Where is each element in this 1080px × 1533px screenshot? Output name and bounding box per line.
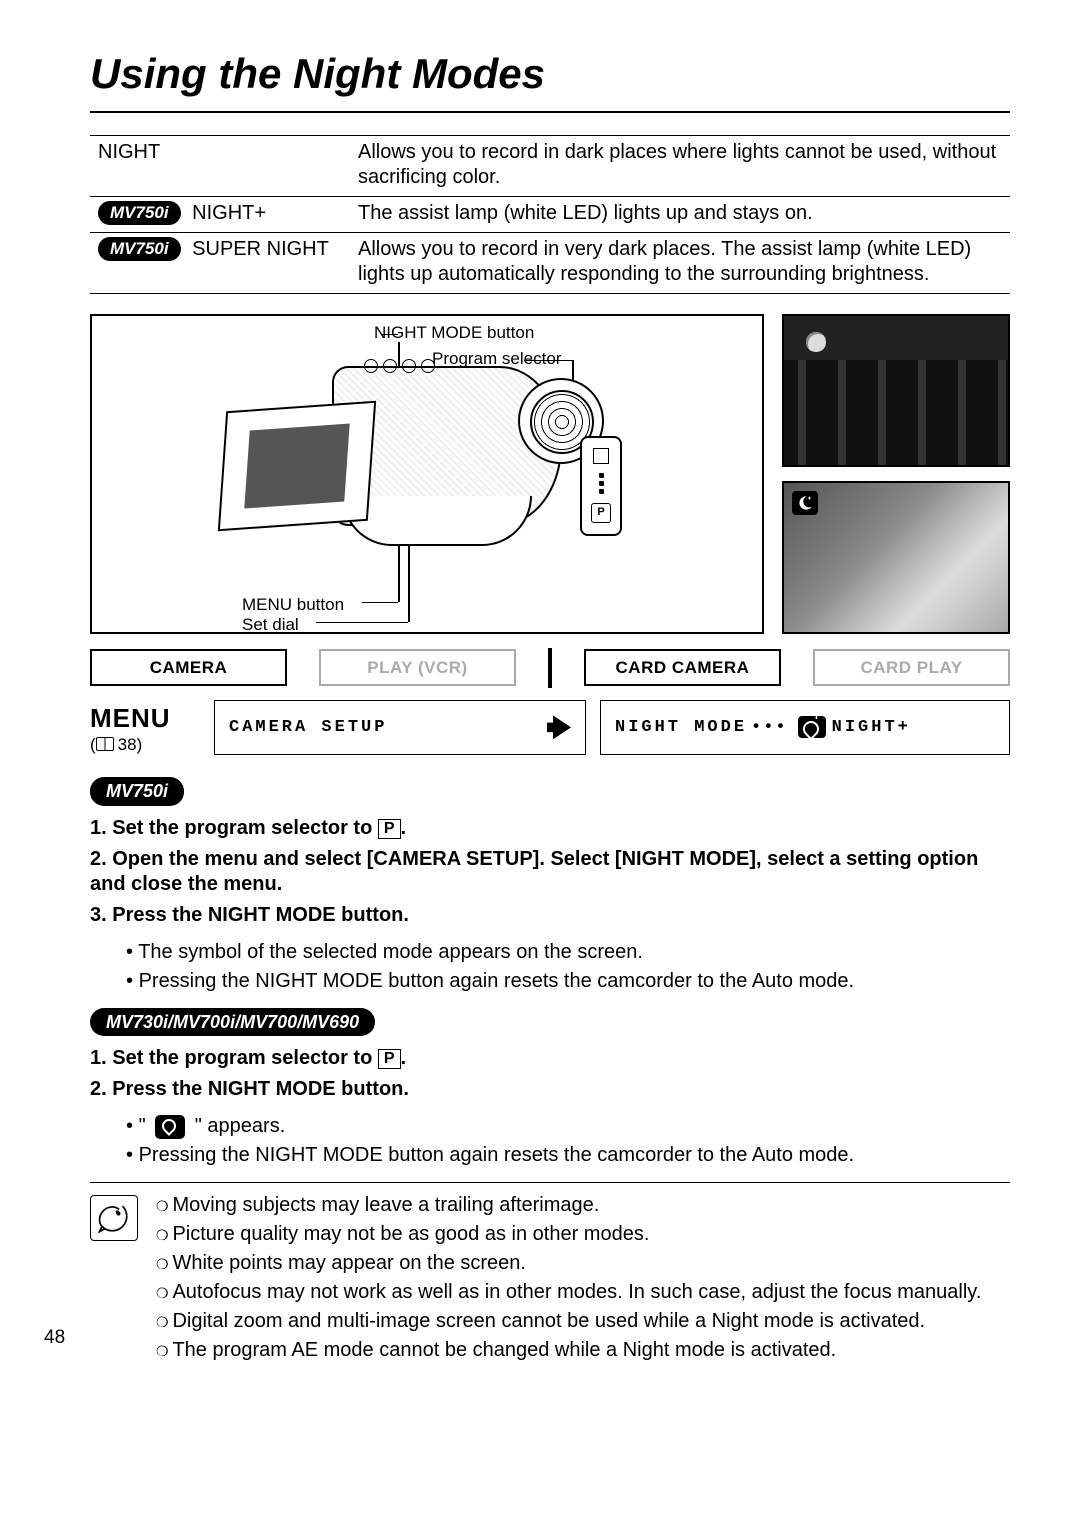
mode-card-play: CARD PLAY — [813, 649, 1010, 686]
callout-set-dial: Set dial — [242, 614, 299, 635]
mode-name-cell: MV750i NIGHT+ — [90, 196, 350, 232]
mode-name: NIGHT+ — [192, 202, 266, 224]
step-notes: " " appears. Pressing the NIGHT MODE but… — [126, 1114, 1010, 1168]
mode-desc-cell: The assist lamp (white LED) lights up an… — [350, 196, 1010, 232]
menu-dots: ••• — [751, 717, 788, 738]
mode-separator — [548, 648, 552, 688]
step-note: Pressing the NIGHT MODE button again res… — [126, 1143, 1010, 1168]
operation-mode-bar: CAMERA PLAY (VCR) CARD CAMERA CARD PLAY — [90, 648, 1010, 688]
model-badge: MV750i — [98, 237, 181, 261]
notes-list: Moving subjects may leave a trailing aft… — [156, 1193, 1010, 1367]
step-note: The symbol of the selected mode appears … — [126, 940, 1010, 965]
mode-name-cell: MV750i SUPER NIGHT — [90, 232, 350, 293]
callout-menu-button: MENU button — [242, 594, 344, 615]
sample-night-baby — [782, 481, 1010, 634]
note-item: White points may appear on the screen. — [176, 1251, 1010, 1276]
mode-desc-cell: Allows you to record in very dark places… — [350, 232, 1010, 293]
page-number: 48 — [44, 1326, 65, 1350]
night-plus-icon — [792, 491, 818, 515]
step: 1. Set the program selector to P. — [90, 1046, 1010, 1071]
sample-night-city — [782, 314, 1010, 467]
steps-mv750i: 1. Set the program selector to P. 2. Ope… — [90, 816, 1010, 928]
program-p-icon: P — [378, 819, 401, 839]
camcorder-illustration: P — [232, 356, 592, 586]
step-note: " " appears. — [126, 1114, 1010, 1139]
section-badge: MV750i — [90, 777, 1010, 806]
menu-text: NIGHT+ — [832, 717, 911, 738]
note-icon — [90, 1195, 138, 1241]
divider — [90, 1182, 1010, 1183]
menu-path-row: MENU (38) CAMERA SETUP NIGHT MODE ••• NI… — [90, 700, 1010, 756]
menu-box-night-mode: NIGHT MODE ••• NIGHT+ — [600, 700, 1010, 756]
night-modes-table: NIGHT Allows you to record in dark place… — [90, 135, 1010, 294]
mode-camera: CAMERA — [90, 649, 287, 686]
menu-box-camera-setup: CAMERA SETUP — [214, 700, 586, 756]
night-plus-icon — [798, 716, 826, 738]
mode-play-vcr: PLAY (VCR) — [319, 649, 516, 686]
note-item: Digital zoom and multi-image screen cann… — [176, 1309, 1010, 1334]
step: 2. Open the menu and select [CAMERA SETU… — [90, 847, 1010, 897]
note-item: Autofocus may not work as well as in oth… — [176, 1280, 1010, 1305]
callout-night-mode-button: NIGHT MODE button — [374, 322, 534, 343]
diagram-row: NIGHT MODE button Program selector MENU … — [90, 314, 1010, 634]
menu-page-ref: (38) — [90, 734, 200, 755]
menu-label: MENU (38) — [90, 700, 200, 756]
note-item: Moving subjects may leave a trailing aft… — [176, 1193, 1010, 1218]
step: 3. Press the NIGHT MODE button. — [90, 903, 1010, 928]
program-p-icon: P — [378, 1049, 401, 1069]
mode-name: SUPER NIGHT — [192, 238, 329, 260]
page-title: Using the Night Modes — [90, 48, 1010, 113]
step-notes: The symbol of the selected mode appears … — [126, 940, 1010, 994]
section-badge: MV730i/MV700i/MV700/MV690 — [90, 1008, 1010, 1037]
night-mode-icon — [155, 1115, 185, 1139]
step: 1. Set the program selector to P. — [90, 816, 1010, 841]
steps-other-models: 1. Set the program selector to P. 2. Pre… — [90, 1046, 1010, 1102]
model-badge: MV750i — [98, 201, 181, 225]
note-item: Picture quality may not be as good as in… — [176, 1222, 1010, 1247]
menu-text: NIGHT MODE — [615, 717, 747, 738]
menu-title: MENU — [90, 702, 200, 735]
step: 2. Press the NIGHT MODE button. — [90, 1077, 1010, 1102]
mode-card-camera: CARD CAMERA — [584, 649, 781, 686]
model-badge: MV730i/MV700i/MV700/MV690 — [90, 1008, 375, 1037]
arrow-right-icon — [547, 715, 571, 739]
model-badge: MV750i — [90, 777, 184, 806]
mode-name: NIGHT — [98, 141, 160, 163]
mode-desc-cell: Allows you to record in dark places wher… — [350, 135, 1010, 196]
camcorder-diagram: NIGHT MODE button Program selector MENU … — [90, 314, 764, 634]
menu-text: CAMERA SETUP — [229, 717, 387, 738]
sample-images — [782, 314, 1010, 634]
mode-name-cell: NIGHT — [90, 135, 350, 196]
step-note: Pressing the NIGHT MODE button again res… — [126, 969, 1010, 994]
note-item: The program AE mode cannot be changed wh… — [176, 1338, 1010, 1363]
caution-notes: Moving subjects may leave a trailing aft… — [90, 1193, 1010, 1367]
book-icon — [96, 737, 114, 751]
